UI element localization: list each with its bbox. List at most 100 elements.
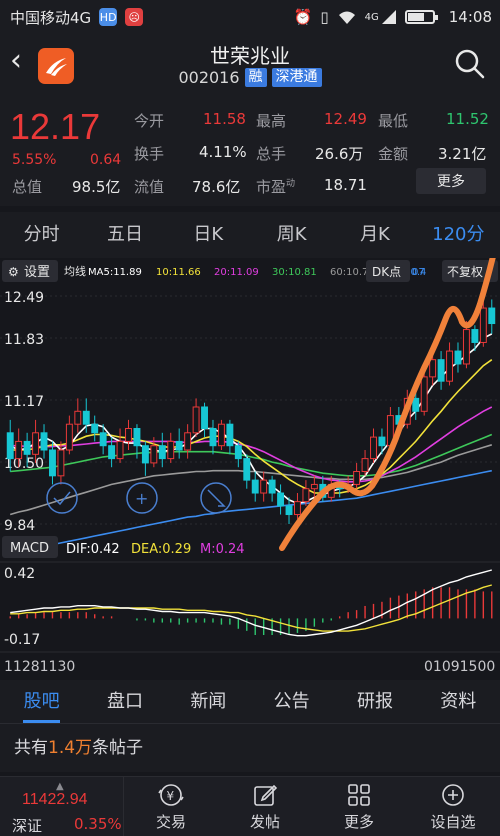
candle-body	[471, 329, 479, 343]
chart-markers[interactable]: +	[46, 482, 232, 514]
ma-legend-item: 20:11.09	[214, 267, 259, 278]
plus-icon	[442, 783, 464, 806]
candle-body	[133, 427, 141, 447]
post-button[interactable]: 发帖	[218, 777, 312, 836]
candle-body	[412, 397, 420, 412]
candle-body	[488, 307, 496, 325]
candle-body	[57, 449, 65, 477]
post-count: 共有1.4万条帖子	[0, 724, 500, 772]
more-button[interactable]: 更多	[416, 168, 486, 194]
tab-weekly-k[interactable]: 周K	[250, 212, 333, 258]
candle	[209, 419, 217, 455]
macd-dif-line	[10, 569, 492, 637]
tab-120min[interactable]: 120分	[417, 212, 500, 258]
tab-intraday[interactable]: 分时	[0, 212, 83, 258]
tab-forum[interactable]: 股吧	[0, 680, 83, 723]
candle-body	[192, 406, 200, 434]
kline-chart: ⚙ 设置 均线 MA5:11.89 10:11.66 20:11.09 30:10.8…	[0, 258, 500, 675]
price-axis-min: 9.84	[4, 518, 35, 534]
candle-body	[40, 432, 48, 451]
candle-body	[454, 350, 462, 365]
float-value-label: 流值	[134, 178, 165, 196]
total-value-label: 总值	[12, 178, 43, 196]
candle-body	[23, 440, 31, 455]
candle-body	[74, 410, 82, 425]
candle	[378, 428, 386, 455]
settings-gear-icon: ⚙	[8, 265, 19, 279]
candle-body	[116, 440, 124, 460]
adjust-label: 不复权	[447, 265, 483, 279]
add-watchlist-label: 设自选	[430, 812, 476, 831]
tab-news[interactable]: 新闻	[167, 680, 250, 723]
tab-five-day[interactable]: 五日	[83, 212, 166, 258]
candle-body	[65, 423, 73, 451]
candle-body	[429, 359, 437, 378]
add-watchlist-button[interactable]: 设自选	[406, 777, 500, 836]
ma-line-ma20	[10, 406, 493, 483]
tab-research[interactable]: 研报	[333, 680, 416, 723]
macd-dif: DIF:0.42	[66, 542, 120, 557]
candle-body	[49, 449, 56, 477]
volume-label: 总手	[256, 145, 287, 163]
cursor-marker-1[interactable]	[46, 482, 78, 514]
amount-value: 3.21亿	[438, 145, 487, 163]
candle	[65, 415, 73, 455]
trade-button[interactable]: ¥ 交易	[124, 777, 218, 836]
candle-body	[108, 445, 116, 460]
candle-body	[141, 445, 149, 464]
tab-announcements[interactable]: 公告	[250, 680, 333, 723]
candle	[243, 454, 251, 489]
more-menu-button[interactable]: 更多	[312, 777, 406, 836]
alarm-icon: ⏰	[293, 8, 313, 26]
candle-body	[437, 359, 445, 382]
network-type: 4G	[364, 11, 379, 23]
change-percent: 5.55%	[12, 152, 57, 168]
candle	[74, 398, 82, 433]
candle-body	[370, 436, 377, 460]
search-icon[interactable]	[454, 48, 486, 80]
post-count-prefix: 共有	[14, 738, 48, 758]
candle	[125, 419, 132, 451]
candle	[234, 441, 242, 468]
notification-icon: ☹	[125, 8, 144, 26]
price-axis-max: 12.49	[4, 290, 44, 306]
open-value: 11.58	[203, 110, 246, 128]
wifi-icon	[338, 11, 355, 24]
ma-lines	[9, 333, 493, 555]
candle	[310, 475, 318, 498]
float-value: 78.6亿	[192, 178, 241, 196]
dk-label: DK点	[372, 265, 401, 279]
high-value: 12.49	[324, 110, 367, 128]
post-label: 发帖	[249, 812, 280, 831]
candle	[353, 462, 361, 489]
current-price: 12.17	[10, 106, 101, 147]
tab-profile[interactable]: 资料	[417, 680, 500, 723]
x-axis-start: 11281130	[4, 659, 75, 675]
kline-chart-area[interactable]: ⚙ 设置 均线 MA5:11.89 10:11.66 20:11.09 30:10.8…	[0, 258, 500, 678]
ma-legend-item: MA5:11.89	[88, 267, 142, 278]
candle	[141, 441, 149, 476]
index-ticker[interactable]: ▲ 11422.94 深证 0.35%	[0, 777, 124, 836]
candle	[437, 351, 445, 390]
svg-text:¥: ¥	[167, 789, 175, 803]
macd-m: M:0.24	[200, 542, 245, 557]
candle	[260, 471, 268, 502]
candle	[361, 450, 369, 476]
candle-body	[420, 376, 428, 412]
tab-monthly-k[interactable]: 月K	[333, 212, 416, 258]
x-axis-end: 01091500	[424, 659, 495, 675]
more-menu-label: 更多	[343, 812, 374, 831]
ma-legend-item: 10:11.66	[156, 267, 201, 278]
stock-name: 世荣兆业	[210, 44, 290, 68]
tab-orderbook[interactable]: 盘口	[83, 680, 166, 723]
candle-body	[361, 458, 369, 473]
carrier-text: 中国移动4G	[10, 8, 92, 27]
pe-value: 18.71	[324, 176, 367, 194]
candle	[167, 432, 175, 463]
index-change: 0.35%	[74, 815, 122, 833]
tab-daily-k[interactable]: 日K	[167, 212, 250, 258]
macd-dea: DEA:0.29	[131, 542, 191, 557]
candle	[226, 419, 234, 455]
index-name: 深证	[12, 817, 43, 835]
candle-body	[217, 423, 225, 447]
